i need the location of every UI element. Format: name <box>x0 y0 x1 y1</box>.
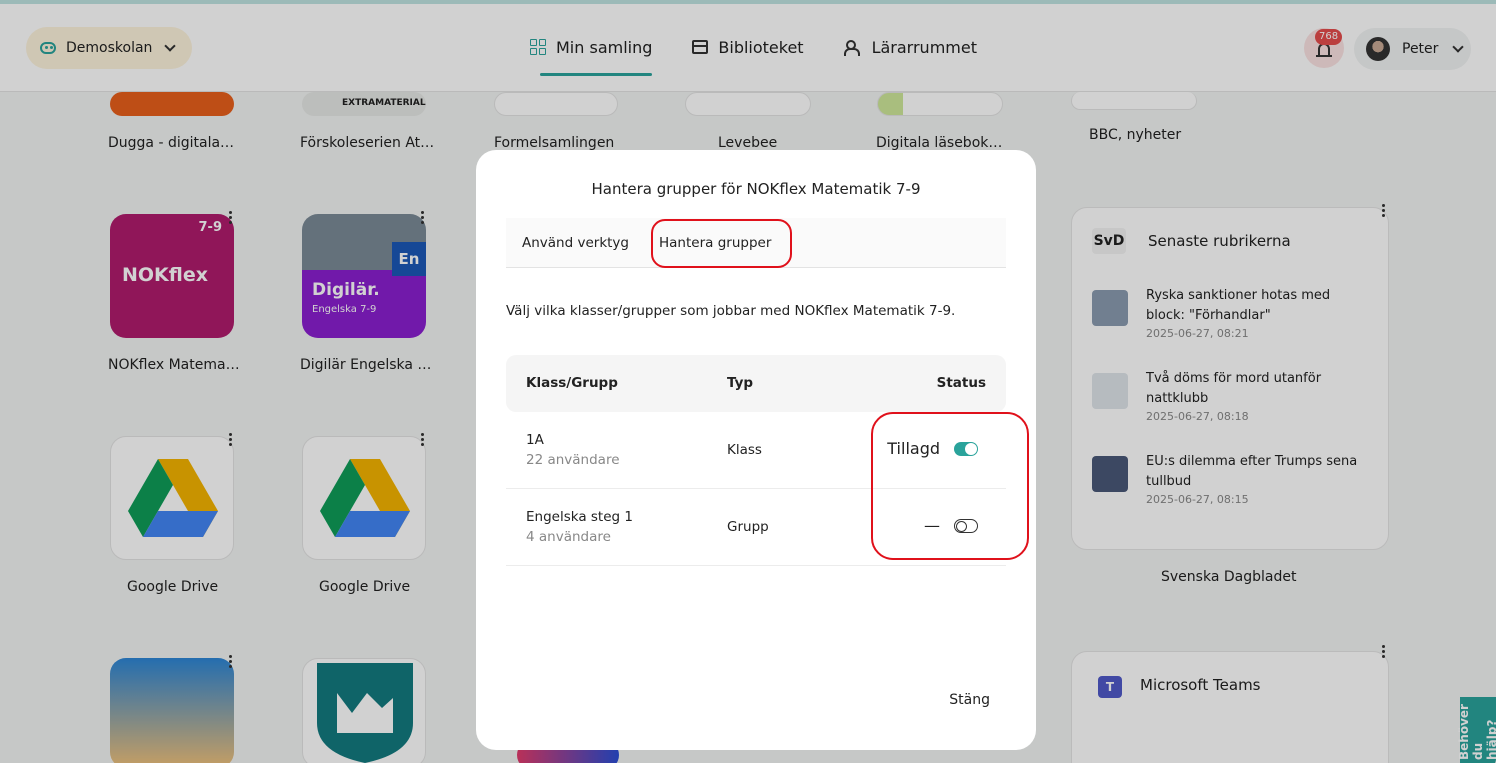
group-user-count: 22 användare <box>526 452 620 468</box>
dialog-description: Välj vilka klasser/grupper som jobbar me… <box>506 303 956 319</box>
dialog-title: Hantera grupper för NOKflex Matematik 7-… <box>591 180 921 198</box>
close-button[interactable]: Stäng <box>949 692 990 708</box>
group-name: Engelska steg 1 <box>526 509 633 525</box>
table-header: Klass/Grupp Typ Status <box>506 355 1006 412</box>
group-name: 1A <box>526 432 544 448</box>
column-header-status: Status <box>936 375 986 391</box>
column-header-klass: Klass/Grupp <box>526 375 618 391</box>
group-type: Klass <box>727 442 762 458</box>
highlight-status-annotation <box>871 412 1029 560</box>
group-type: Grupp <box>727 519 769 535</box>
group-user-count: 4 användare <box>526 529 611 545</box>
highlight-tab-annotation <box>651 219 792 268</box>
tab-anvand-verktyg[interactable]: Använd verktyg <box>522 235 629 251</box>
column-header-typ: Typ <box>727 375 754 391</box>
